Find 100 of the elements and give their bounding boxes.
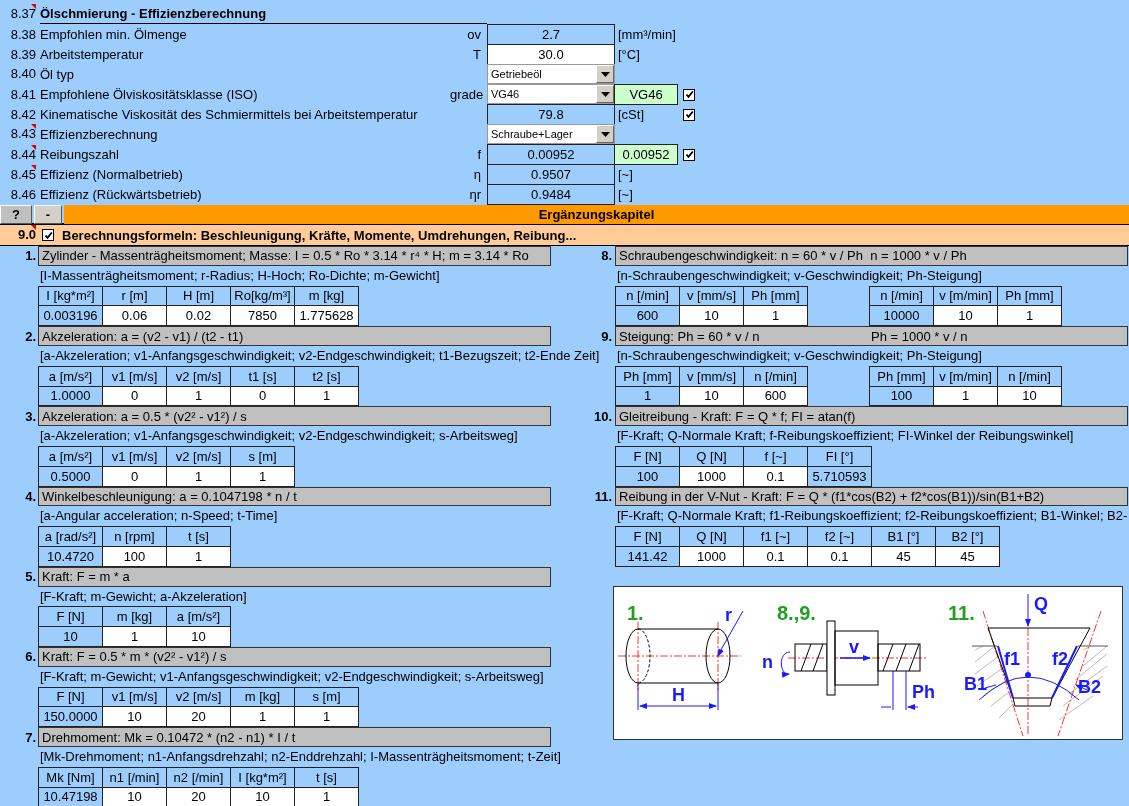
legend-text: [a-Akzeleration; v1-Anfangsgeschwindigkeit; v2-Endgeschwindigkeit; s-Arbeitsweg] — [40, 427, 518, 446]
diagram-label: Q — [1034, 593, 1048, 614]
column-header: a [m/s²] — [38, 366, 103, 387]
checkbox[interactable] — [683, 88, 695, 101]
column-header: Mk [Nm] — [38, 767, 103, 787]
column-header: v2 [m/s] — [166, 366, 231, 387]
row-label: Kinematische Viskosität des Schmiermittels bei Arbeitstemperatur — [40, 107, 419, 122]
formula-text: Kraft: F = m * a — [42, 569, 130, 585]
legend-text: [n-Schraubengeschwindigkeit; v-Geschwindigkeit; Ph-Steigung] — [617, 347, 982, 365]
row-number: 8.41 — [9, 85, 36, 104]
result-cell: 150.0000 — [38, 706, 103, 727]
result-cell: 0.5000 — [38, 466, 103, 487]
section-number: 6. — [24, 649, 36, 665]
legend-text: [Mk-Drehmoment; n1-Anfangsdrehzahl; n2-Enddrehzahl; I-Massenträgheitsmoment; t-Zeit] — [40, 747, 561, 766]
row-label: Effizienz (Normalbetrieb) — [40, 167, 184, 182]
column-header: v2 [m/s] — [166, 687, 231, 707]
input-field[interactable]: 30.0 — [487, 44, 615, 65]
result-cell: 0.003196 — [38, 305, 103, 326]
formula-text: Kraft: F = 0.5 * m * (v2² - v1²) / s — [42, 649, 227, 665]
column-header: v [m/min] — [933, 286, 998, 306]
symbol-label: η — [472, 167, 482, 182]
dropdown[interactable]: Schraube+Lager — [487, 124, 615, 144]
section-number: 3. — [24, 408, 36, 424]
value-cell: 79.8 — [487, 104, 615, 125]
diagram-label: r — [725, 604, 732, 625]
column-header: f1 [~] — [743, 526, 808, 547]
row-number: 8.46 — [9, 185, 36, 204]
column-header: t1 [s] — [230, 366, 295, 387]
checkbox[interactable] — [42, 229, 54, 241]
column-header: v2 [m/s] — [166, 446, 231, 467]
formula-text: Akzeleration: a = 0.5 * (v2² - v1²) / s — [42, 408, 247, 424]
column-header: B1 [°] — [871, 526, 936, 547]
symbol-label: ov — [466, 27, 482, 42]
diagram-label: H — [672, 684, 685, 705]
symbol-label: T — [472, 47, 482, 62]
column-header: v1 [m/s] — [102, 366, 167, 387]
section-number: 1. — [24, 248, 36, 264]
row-number: 8.37 — [9, 4, 36, 23]
unit-label: [mm³/min] — [617, 27, 677, 42]
dropdown[interactable]: VG46 — [487, 84, 615, 104]
section-number: 9. — [600, 328, 612, 344]
formula-text: Winkelbeschleunigung: a = 0.1047198 * n / t — [42, 488, 297, 504]
row-label: Empfohlene Ölviskositätsklasse (ISO) — [40, 87, 259, 102]
column-header: F [N] — [615, 526, 680, 547]
formula-text: Zylinder - Massenträgheitsmoment; Masse: I = 0.5 * Ro * 3.14 * r⁴ * H; m = 3.14 * Ro — [42, 248, 529, 264]
column-header: H [m] — [166, 286, 231, 306]
formula-text: Drehmoment: Mk = 0.10472 * (n2 - n1) * I / t — [42, 729, 296, 745]
symbol-label: ηr — [468, 187, 482, 202]
result-cell: VG46 — [614, 84, 678, 105]
column-header: n2 [/min] — [166, 767, 231, 787]
value-cell: 0.9484 — [487, 184, 615, 205]
unit-label: [~] — [617, 187, 634, 202]
column-header: s [m] — [294, 687, 359, 707]
checkbox[interactable] — [683, 108, 695, 121]
collapse-button[interactable]: - — [34, 205, 62, 224]
column-header: F [N] — [615, 446, 680, 467]
unit-label: [cSt] — [617, 107, 645, 122]
column-header: m [kg] — [294, 286, 359, 306]
diagram-title: 11. — [948, 601, 975, 624]
column-header: Ro[kg/m³] — [230, 286, 295, 306]
legend-text: [F-Kraft; m-Gewicht; a-Akzeleration] — [40, 587, 247, 606]
column-header: v1 [m/s] — [102, 687, 167, 707]
section-number: 8. — [600, 248, 612, 264]
section-number: 11. — [593, 488, 612, 504]
column-header: t [s] — [294, 767, 359, 787]
column-header: a [m/s²] — [166, 606, 231, 627]
diagram-label: Ph — [912, 681, 935, 702]
symbol-label: f — [476, 147, 482, 162]
row-label: Effizienz (Rückwärtsbetrieb) — [40, 187, 203, 202]
result-cell: 1.0000 — [38, 386, 103, 406]
row-number: 8.45 — [9, 164, 36, 184]
checkbox[interactable] — [683, 148, 695, 161]
legend-text: [F-Kraft; Q-Normale Kraft; f1-Reibungskoeffizient; f2-Reibungskoeffizient; B1-Winkel; B2- — [617, 507, 1128, 526]
column-header: f2 [~] — [807, 526, 872, 547]
column-header: F [N] — [38, 687, 103, 707]
result-cell: 141.42 — [615, 546, 680, 567]
formula-text: Reibung in der V-Nut - Kraft: F = Q * (f1*cos(B2) + f2*cos(B1))/sin(B1+B2) — [619, 488, 1045, 504]
section-heading: Ölschmierung - Effizienzberechnung — [40, 4, 487, 24]
result-cell: 1 — [615, 386, 680, 406]
column-header: n [rpm] — [102, 526, 167, 547]
column-header: n [/min] — [743, 366, 808, 387]
section-number: 10. — [592, 408, 612, 424]
column-header: FI [°] — [807, 446, 872, 467]
row-label: Reibungszahl — [40, 147, 120, 162]
diagram-title: 8.,9. — [777, 601, 816, 624]
dropdown[interactable]: Getriebeöl — [487, 64, 615, 84]
result-cell: 10000 — [869, 305, 934, 326]
row-number: 8.39 — [9, 45, 36, 64]
column-header: Q [N] — [679, 446, 744, 467]
column-header: v1 [m/s] — [102, 446, 167, 467]
column-header: B2 [°] — [935, 526, 1000, 547]
row-label: Effizienzberechnung — [40, 126, 159, 142]
help-button[interactable]: ? — [0, 205, 32, 224]
column-header: Q [N] — [679, 526, 744, 547]
column-header: n1 [/min] — [102, 767, 167, 787]
column-header: v [m/min] — [933, 366, 998, 387]
result-cell: 600 — [615, 305, 680, 326]
section-number: 7. — [24, 729, 36, 745]
result-cell: 10.4720 — [38, 546, 103, 567]
column-header: f [~] — [743, 446, 808, 467]
